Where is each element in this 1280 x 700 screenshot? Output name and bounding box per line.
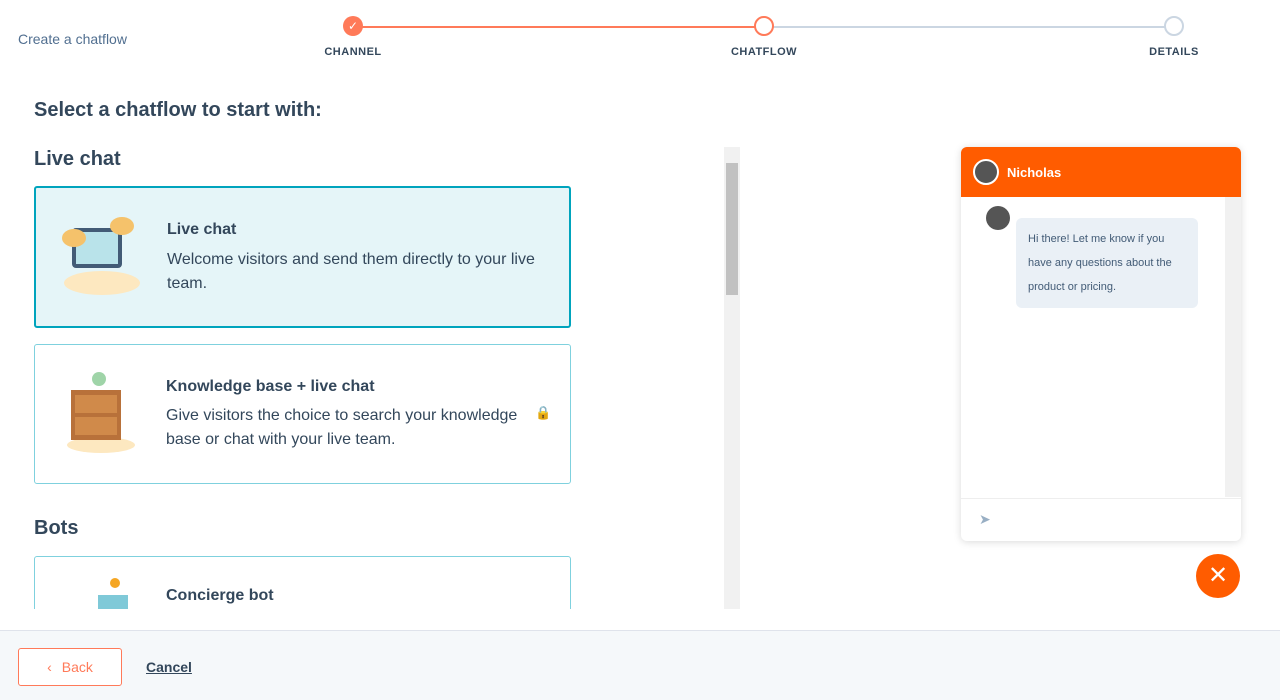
laptop-chat-illustration	[62, 217, 140, 295]
card-title: Live chat	[167, 221, 237, 238]
check-icon: ✓	[343, 16, 363, 36]
breadcrumb: Create a chatflow	[18, 31, 127, 47]
page-title: Select a chatflow to start with:	[34, 99, 322, 121]
close-chat-button[interactable]: ✕	[1196, 554, 1240, 598]
chat-preview: Nicholas Hi there! Let me know if you ha…	[961, 147, 1241, 541]
agent-name: Nicholas	[1007, 164, 1062, 180]
step-chatflow: CHATFLOW	[730, 46, 798, 58]
avatar	[973, 159, 999, 185]
step-current-indicator	[754, 16, 774, 36]
scrollbar-thumb[interactable]	[726, 163, 738, 295]
cabinet-illustration	[67, 372, 135, 453]
progress-line-complete	[353, 26, 763, 28]
progress-line-upcoming	[773, 26, 1173, 28]
section-title-bots: Bots	[34, 517, 79, 539]
lock-icon: 🔒	[535, 405, 552, 420]
card-concierge-bot[interactable]: Concierge bot	[34, 556, 571, 609]
card-title: Concierge bot	[166, 587, 274, 604]
chevron-left-icon: ‹	[47, 659, 52, 675]
back-label: Back	[61, 659, 93, 675]
card-knowledge-base-live-chat[interactable]: Knowledge base + live chat Give visitors…	[34, 344, 571, 484]
scrollbar[interactable]	[724, 147, 740, 609]
step-upcoming-indicator	[1164, 16, 1184, 36]
chat-header: Nicholas	[961, 147, 1241, 197]
mailbox-illustration	[98, 578, 128, 609]
cancel-link[interactable]: Cancel	[146, 659, 192, 675]
card-live-chat[interactable]: Live chat Welcome visitors and send them…	[34, 186, 571, 328]
chat-message: Hi there! Let me know if you have any qu…	[1016, 218, 1198, 308]
paper-plane-icon[interactable]: ➤	[979, 511, 991, 528]
step-details: DETAILS	[1149, 46, 1199, 58]
close-icon: ✕	[1207, 562, 1229, 589]
avatar	[986, 206, 1010, 230]
step-channel: CHANNEL	[324, 46, 382, 58]
chat-input-area[interactable]: ➤	[961, 498, 1241, 541]
back-button[interactable]: ‹ Back	[18, 648, 122, 686]
card-description: Welcome visitors and send them directly …	[167, 251, 535, 292]
chatflow-list: Live chat Live chat Welcome visitors and…	[18, 147, 740, 609]
footer: ‹ Back Cancel	[0, 630, 1280, 700]
chat-scrollbar[interactable]	[1225, 197, 1241, 497]
card-description: Give visitors the choice to search your …	[166, 407, 518, 448]
card-title: Knowledge base + live chat	[166, 378, 375, 395]
section-title-live-chat: Live chat	[34, 148, 121, 170]
